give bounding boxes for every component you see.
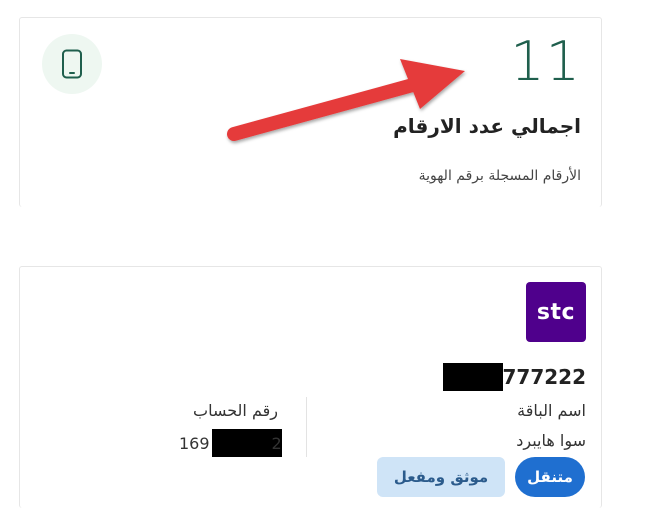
annotation-arrow [227,59,465,141]
phone-number: 777222 [442,363,587,391]
plan-label: اسم الباقة [517,401,586,420]
account-label: رقم الحساب [193,401,278,420]
phone-number-visible: 777222 [502,365,587,389]
verified-badge[interactable]: موثق ومفعل [377,457,505,497]
account-value-suffix: 2 [271,433,282,453]
account-value-prefix: 169 [179,433,210,453]
account-value: 169 2 [179,429,282,457]
line-card[interactable]: stc 777222 اسم الباقة سوا هايبرد رقم الح… [19,266,602,508]
roaming-badge[interactable]: متنقل [515,457,585,497]
divider [306,397,307,457]
redacted-block [442,363,503,391]
mobile-phone-icon [42,34,102,94]
stc-logo: stc [526,282,586,342]
total-count: 11 [510,30,581,93]
total-subtitle: الأرقام المسجلة برقم الهوية [418,168,581,184]
plan-value: سوا هايبرد [516,431,586,450]
